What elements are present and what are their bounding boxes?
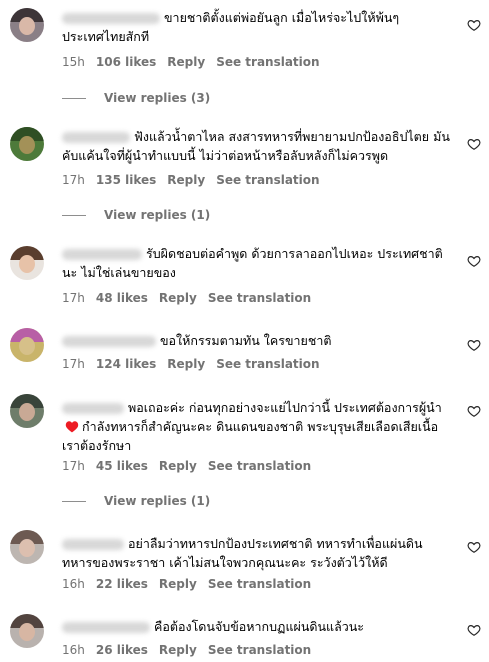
likes-count[interactable]: 26 likes	[96, 643, 148, 657]
view-replies-button[interactable]: View replies (3)	[62, 91, 210, 105]
avatar[interactable]	[10, 530, 44, 564]
reply-button[interactable]: Reply	[167, 173, 205, 187]
avatar[interactable]	[10, 614, 44, 648]
see-translation-button[interactable]: See translation	[208, 643, 311, 657]
divider-line	[62, 215, 86, 216]
likes-count[interactable]: 124 likes	[96, 357, 156, 371]
view-replies-button[interactable]: View replies (1)	[62, 494, 210, 508]
reply-button[interactable]: Reply	[159, 291, 197, 305]
comment-text-part-2: กำลังทหารก็สำคัญนะคะ ดินแดนของชาติ พระบุ…	[62, 419, 439, 453]
comment-time: 16h	[62, 643, 85, 657]
comment-time: 17h	[62, 459, 85, 473]
divider-line	[62, 501, 86, 502]
reply-button[interactable]: Reply	[167, 55, 205, 69]
comment-text: ขอให้กรรมตามทัน ใครขายชาติ	[160, 333, 332, 348]
reply-button[interactable]: Reply	[167, 357, 205, 371]
see-translation-button[interactable]: See translation	[216, 173, 319, 187]
likes-count[interactable]: 22 likes	[96, 577, 148, 591]
likes-count[interactable]: 135 likes	[96, 173, 156, 187]
see-translation-button[interactable]: See translation	[216, 357, 319, 371]
blurred-username[interactable]	[62, 622, 150, 633]
comment-time: 17h	[62, 291, 85, 305]
view-replies-label: View replies (1)	[104, 494, 211, 508]
view-replies-label: View replies (1)	[104, 208, 211, 222]
blurred-username[interactable]	[62, 13, 160, 24]
divider-line	[62, 98, 86, 99]
avatar[interactable]	[10, 127, 44, 161]
avatar[interactable]	[10, 328, 44, 362]
avatar[interactable]	[10, 246, 44, 280]
reply-button[interactable]: Reply	[159, 577, 197, 591]
comment-text-part-1: พอเถอะค่ะ ก่อนทุกอย่างจะแย่ไปกว่านี้ ประ…	[128, 400, 442, 415]
see-translation-button[interactable]: See translation	[208, 577, 311, 591]
like-heart-icon[interactable]	[467, 137, 481, 151]
blurred-username[interactable]	[62, 539, 124, 550]
comment-text: คือต้องโดนจับข้อหากบฏแผ่นดินแล้วนะ	[154, 619, 365, 634]
likes-count[interactable]: 106 likes	[96, 55, 156, 69]
blurred-username[interactable]	[62, 132, 130, 143]
comment-time: 16h	[62, 577, 85, 591]
comment-time: 17h	[62, 357, 85, 371]
avatar[interactable]	[10, 8, 44, 42]
like-heart-icon[interactable]	[467, 254, 481, 268]
blurred-username[interactable]	[62, 249, 142, 260]
likes-count[interactable]: 48 likes	[96, 291, 148, 305]
view-replies-label: View replies (3)	[104, 91, 211, 105]
like-heart-icon[interactable]	[467, 623, 481, 637]
reply-button[interactable]: Reply	[159, 459, 197, 473]
red-heart-emoji-icon	[65, 421, 79, 433]
like-heart-icon[interactable]	[467, 338, 481, 352]
like-heart-icon[interactable]	[467, 18, 481, 32]
like-heart-icon[interactable]	[467, 540, 481, 554]
comment-time: 15h	[62, 55, 85, 69]
see-translation-button[interactable]: See translation	[208, 291, 311, 305]
avatar[interactable]	[10, 394, 44, 428]
comment-time: 17h	[62, 173, 85, 187]
blurred-username[interactable]	[62, 336, 156, 347]
likes-count[interactable]: 45 likes	[96, 459, 148, 473]
reply-button[interactable]: Reply	[159, 643, 197, 657]
view-replies-button[interactable]: View replies (1)	[62, 208, 210, 222]
blurred-username[interactable]	[62, 403, 124, 414]
see-translation-button[interactable]: See translation	[208, 459, 311, 473]
see-translation-button[interactable]: See translation	[216, 55, 319, 69]
like-heart-icon[interactable]	[467, 404, 481, 418]
